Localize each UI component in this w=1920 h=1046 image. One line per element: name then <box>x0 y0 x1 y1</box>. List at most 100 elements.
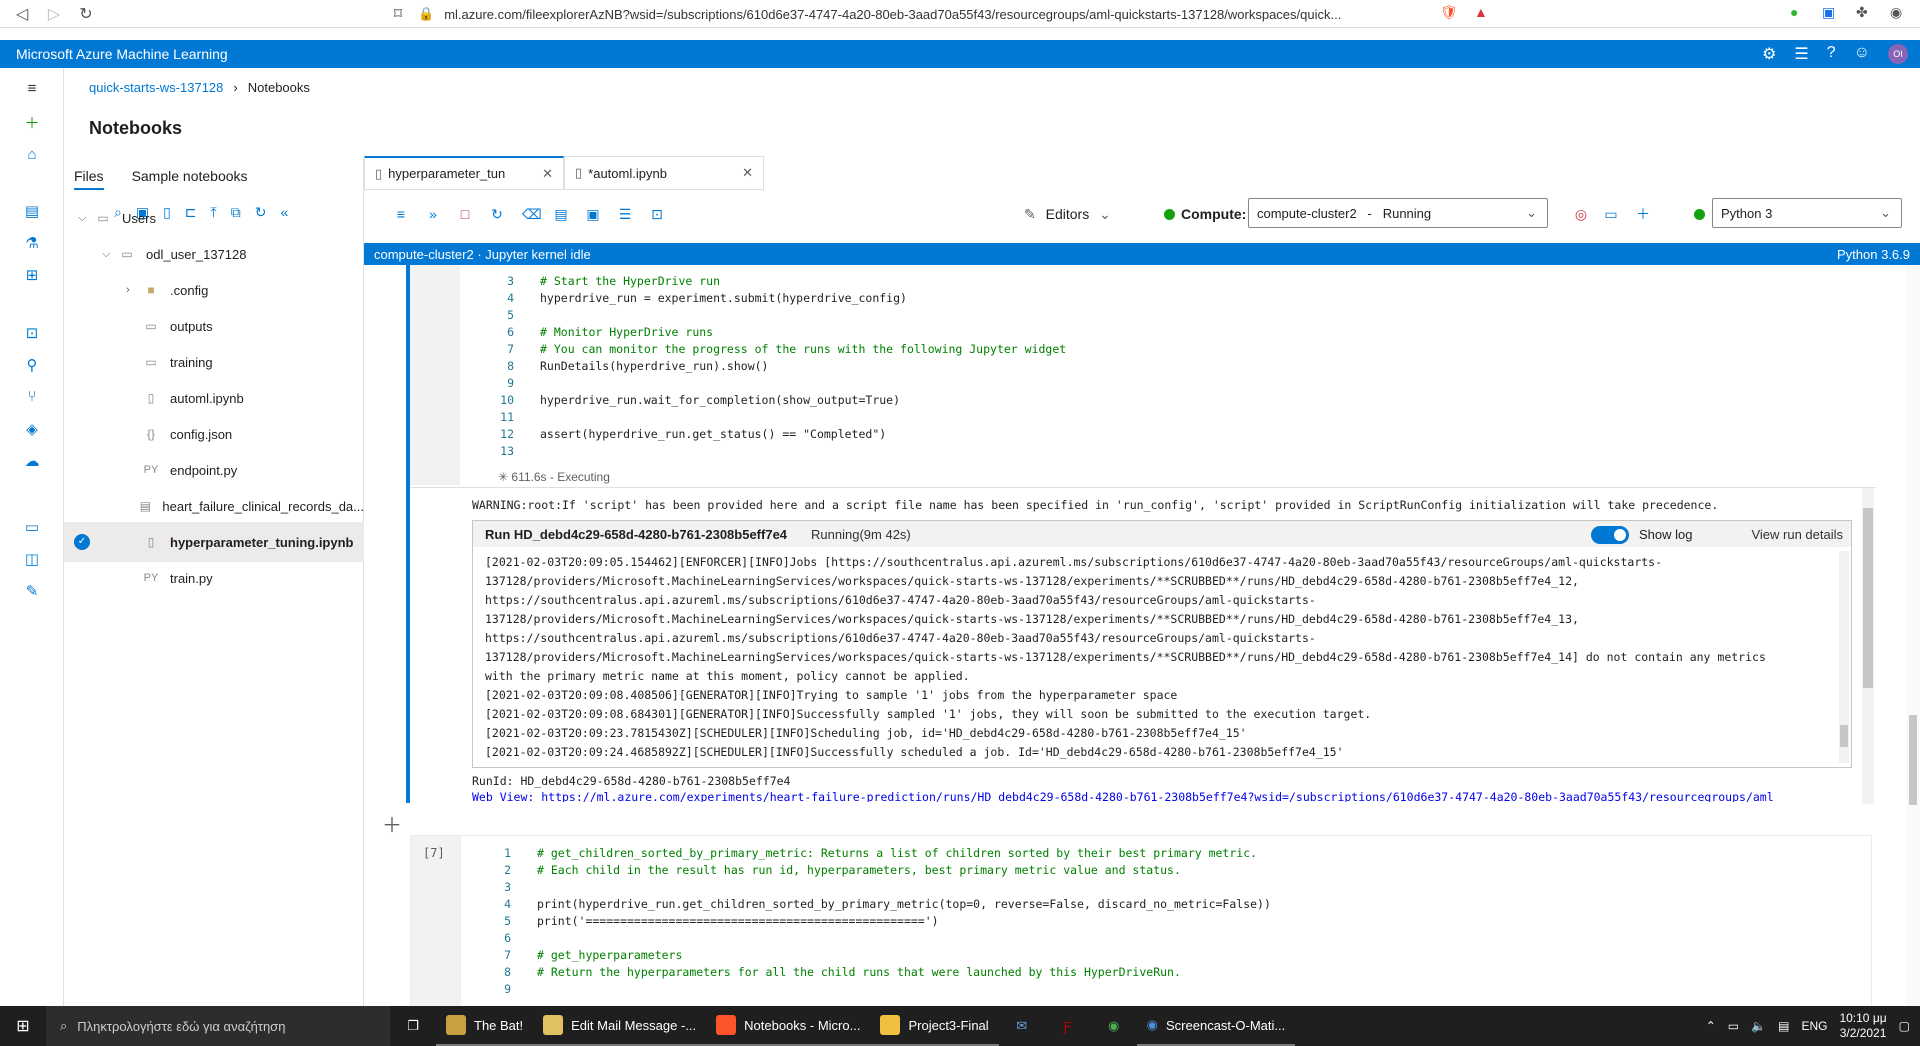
chevron-icon[interactable]: ⌵ <box>78 212 94 225</box>
brave-rewards-icon[interactable]: ▲ <box>1474 4 1488 20</box>
forward-icon[interactable]: ▷ <box>40 4 68 24</box>
add-cell-icon[interactable]: ＋ <box>382 809 402 838</box>
ime-icon[interactable]: ▤ <box>1778 1019 1789 1033</box>
taskbar-app[interactable]: The Bat! <box>436 1006 534 1046</box>
kernel-select[interactable]: Python 3 ⌄ <box>1712 198 1902 228</box>
settings-gear-icon[interactable]: ⚙ <box>1762 44 1776 64</box>
add-compute-icon[interactable]: ＋ <box>1636 204 1650 224</box>
file-tree-item[interactable]: ▤ heart_failure_clinical_records_da... <box>64 486 364 526</box>
file-tree-item[interactable]: PY train.py <box>64 558 364 598</box>
notebook-scrollbar-thumb[interactable] <box>1909 715 1917 805</box>
chrome-icon[interactable]: ◉ <box>1091 1006 1137 1046</box>
file-tree-item[interactable]: ▭ training <box>64 342 364 382</box>
tray-chevron-icon[interactable]: ⌃ <box>1706 1019 1716 1033</box>
notifications-icon[interactable]: ▢ <box>1899 1019 1910 1033</box>
compute-details-icon[interactable]: ▭ <box>1604 206 1618 223</box>
thunderbird-icon[interactable]: ✉ <box>999 1006 1045 1046</box>
editors-dropdown[interactable]: ✎ Editors ⌄ <box>1024 206 1111 223</box>
cell-code-editor[interactable]: 1 # get_children_sorted_by_primary_metric… <box>467 846 1845 1006</box>
data-labeling-icon[interactable]: ✎ <box>22 582 42 602</box>
models-icon[interactable]: ◈ <box>22 420 42 440</box>
tab-hyperparameter-notebook[interactable]: ▯ hyperparameter_tun ✕ <box>364 156 564 190</box>
file-tree-item[interactable]: ▯ automl.ipynb <box>64 378 364 418</box>
windows-start-icon[interactable]: ⊞ <box>0 1016 46 1036</box>
endpoints-icon[interactable]: ☁ <box>22 452 42 472</box>
restart-kernel-icon[interactable]: ↻ <box>490 206 504 223</box>
feedback-icon[interactable]: ☰ <box>1794 44 1808 64</box>
file-tree-item[interactable]: PY endpoint.py <box>64 450 364 490</box>
stop-compute-icon[interactable]: ◎ <box>1574 206 1588 223</box>
taskbar-app[interactable]: Notebooks - Micro... <box>706 1006 871 1046</box>
menu-icon[interactable]: ≡ <box>394 206 408 222</box>
file-tree-item[interactable]: ▭ outputs <box>64 306 364 346</box>
bookmark-icon[interactable]: ⌑ <box>384 4 412 24</box>
file-tree-item[interactable]: {} config.json <box>64 414 364 454</box>
avatar[interactable]: OI <box>1888 44 1908 64</box>
chevron-icon[interactable]: ⌵ <box>102 248 118 261</box>
compute-icon[interactable]: ▭ <box>22 518 42 538</box>
datasets-icon[interactable]: ⊡ <box>22 324 42 344</box>
filezilla-icon[interactable]: Ƒ <box>1045 1006 1091 1046</box>
code-line: 3 <box>467 880 537 897</box>
app-icon <box>880 1015 901 1035</box>
taskbar-app[interactable]: Edit Mail Message -... <box>533 1006 707 1046</box>
extension-green-icon[interactable]: ● <box>1790 4 1798 20</box>
notebook-cells[interactable]: 3 # Start the HyperDrive run 4 hyperdrive_r… <box>364 265 1920 1006</box>
clear-outputs-icon[interactable]: ⌫ <box>522 206 542 223</box>
stop-icon[interactable]: □ <box>458 206 472 222</box>
code-cell-running[interactable]: 3 # Start the HyperDrive run 4 hyperdrive_r… <box>406 265 1876 804</box>
brave-shield-icon[interactable]: 🛡 <box>1440 4 1458 21</box>
reload-icon[interactable]: ↻ <box>72 4 100 24</box>
network-icon[interactable]: ▭ <box>1728 1019 1739 1033</box>
web-view-link[interactable]: Web View: https://ml.azure.com/experimen… <box>472 790 1832 802</box>
file-tree-item[interactable]: › ■ .config <box>64 270 364 310</box>
extension-new-icon[interactable]: ▣ <box>1822 4 1835 21</box>
file-tree-item[interactable]: ✓ ▯ hyperparameter_tuning.ipynb <box>64 522 364 562</box>
clock[interactable]: 10:10 μμ 3/2/2021 <box>1839 1011 1886 1041</box>
datastores-icon[interactable]: ◫ <box>22 550 42 570</box>
compute-select[interactable]: compute-cluster2 - Running ⌄ <box>1248 198 1548 228</box>
language-indicator[interactable]: ENG <box>1801 1019 1827 1033</box>
close-icon[interactable]: ✕ <box>742 165 753 181</box>
help-icon[interactable]: ? <box>1827 44 1836 64</box>
pipelines-icon[interactable]: ⑂ <box>22 388 42 408</box>
taskbar-search-input[interactable]: ⌕ Πληκτρολογήστε εδώ για αναζήτηση <box>46 1006 390 1046</box>
output-scrollbar-thumb[interactable] <box>1863 508 1873 688</box>
hamburger-menu-icon[interactable]: ≡ <box>22 80 42 100</box>
notebook-scrollbar[interactable] <box>1906 265 1920 1006</box>
variable-explorer-icon[interactable]: ⊡ <box>650 206 664 223</box>
create-new-icon[interactable]: ＋ <box>22 112 42 132</box>
view-run-details-link[interactable]: View run details <box>1751 527 1843 542</box>
smiley-icon[interactable]: ☺ <box>1854 44 1870 64</box>
close-icon[interactable]: ✕ <box>542 166 553 182</box>
open-terminal-icon[interactable]: ▣ <box>586 206 600 223</box>
experiments-icon[interactable]: ⚲ <box>22 356 42 376</box>
cell-code-editor[interactable]: 3 # Start the HyperDrive run 4 hyperdrive_r… <box>470 274 1848 494</box>
code-cell[interactable]: [7] 1 # get_children_sorted_by_primary_me… <box>410 835 1872 1006</box>
tab-files[interactable]: Files <box>74 168 104 190</box>
back-icon[interactable]: ◁ <box>8 4 36 24</box>
chevron-icon[interactable]: › <box>126 284 142 296</box>
show-log-toggle[interactable] <box>1591 526 1629 544</box>
tab-automl-notebook[interactable]: ▯ *automl.ipynb ✕ <box>564 156 764 190</box>
table-of-contents-icon[interactable]: ☰ <box>618 206 632 223</box>
breadcrumb-workspace-link[interactable]: quick-starts-ws-137128 <box>89 80 223 95</box>
file-tree-item[interactable]: ⌵ ▭ odl_user_137128 <box>64 234 364 274</box>
taskbar-app-screencast[interactable]: ◉ Screencast-O-Mati... <box>1136 1006 1296 1046</box>
notebooks-nav-icon[interactable]: ▤ <box>22 202 42 222</box>
page-title: Notebooks <box>89 118 183 138</box>
profile-icon[interactable]: ◉ <box>1890 4 1902 21</box>
log-scrollbar-thumb[interactable] <box>1840 725 1848 747</box>
designer-icon[interactable]: ⊞ <box>22 266 42 286</box>
task-view-icon[interactable]: ❐ <box>390 1018 436 1034</box>
extensions-puzzle-icon[interactable]: ✤ <box>1856 4 1868 21</box>
home-icon[interactable]: ⌂ <box>22 146 42 166</box>
tab-sample-notebooks[interactable]: Sample notebooks <box>132 168 248 190</box>
automated-ml-icon[interactable]: ⚗ <box>22 234 42 254</box>
save-icon[interactable]: ▤ <box>554 206 568 223</box>
run-all-icon[interactable]: » <box>426 206 440 222</box>
taskbar-app[interactable]: Project3-Final <box>870 1006 999 1046</box>
volume-icon[interactable]: 🔈 <box>1751 1019 1766 1033</box>
file-tree-item[interactable]: ⌵ ▭ Users <box>64 198 364 238</box>
address-bar[interactable]: 🔒 ml.azure.com/fileexplorerAzNB?wsid=/su… <box>418 4 1341 24</box>
